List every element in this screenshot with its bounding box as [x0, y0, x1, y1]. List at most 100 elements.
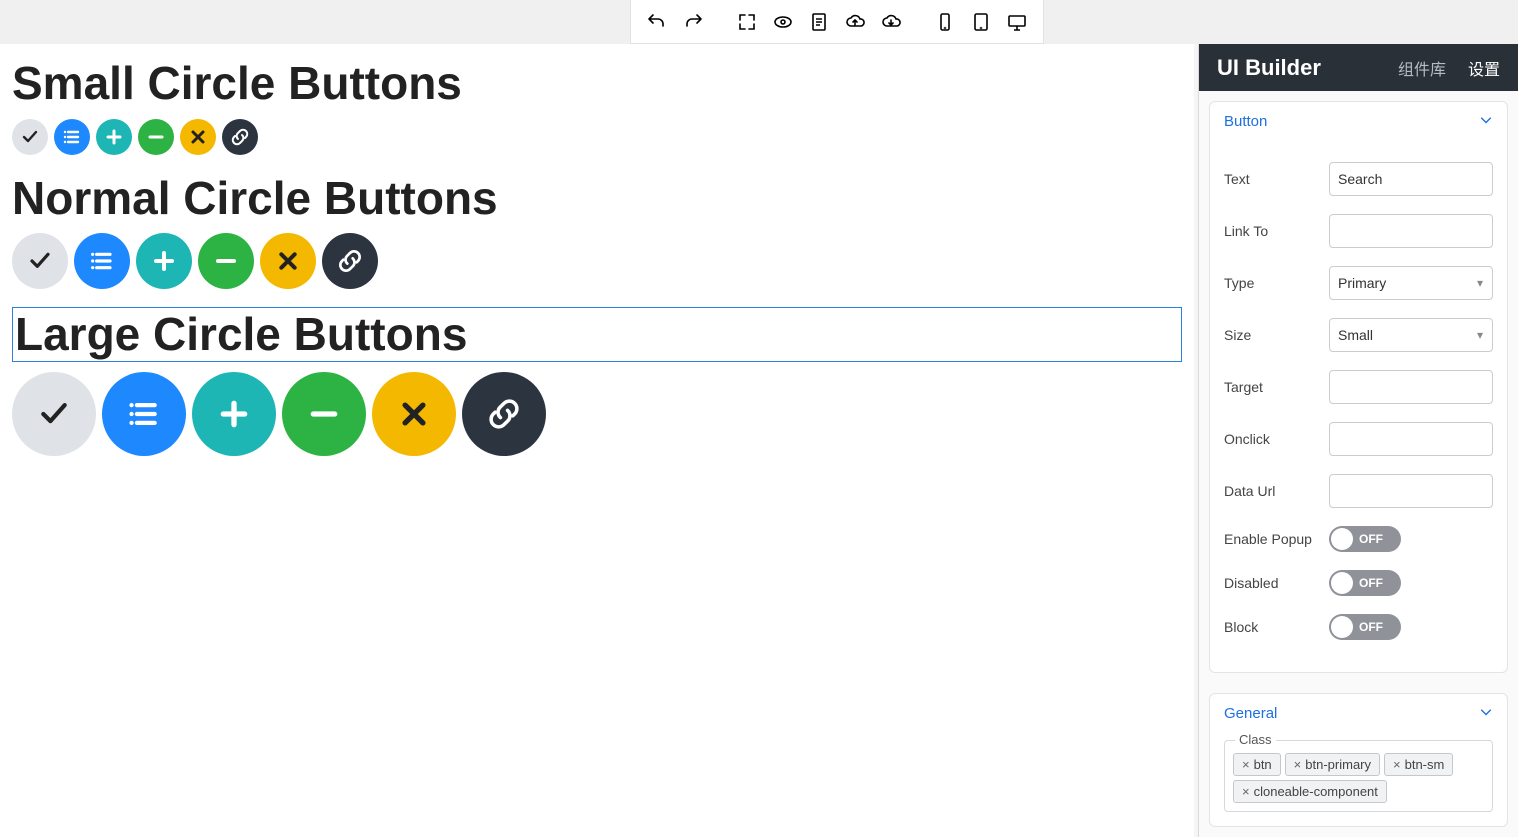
list-icon	[63, 128, 81, 146]
circle-btn-minus[interactable]	[282, 372, 366, 456]
class-tag-cloneable-component[interactable]: ×cloneable-component	[1233, 780, 1387, 803]
link-icon	[231, 128, 249, 146]
inspector-sidebar: UI Builder 组件库 设置 Button Text Link To	[1198, 44, 1518, 837]
label-size: Size	[1224, 327, 1329, 343]
panel-button: Button Text Link To Type Size	[1209, 101, 1508, 673]
circle-btn-minus[interactable]	[198, 233, 254, 289]
chevron-down-icon	[1479, 112, 1493, 130]
top-toolbar	[0, 0, 1518, 44]
plus-icon	[152, 249, 176, 273]
minus-icon	[147, 128, 165, 146]
minus-icon	[308, 398, 340, 430]
input-link-to[interactable]	[1329, 214, 1493, 248]
class-tag-btn[interactable]: ×btn	[1233, 753, 1281, 776]
circle-btn-list[interactable]	[74, 233, 130, 289]
prop-link-to: Link To	[1224, 214, 1493, 248]
circle-btn-check[interactable]	[12, 372, 96, 456]
select-size[interactable]	[1329, 318, 1493, 352]
plus-icon	[105, 128, 123, 146]
panel-general-header[interactable]: General	[1210, 694, 1507, 732]
fullscreen-button[interactable]	[729, 0, 765, 44]
circle-btn-times[interactable]	[180, 119, 216, 155]
input-text[interactable]	[1329, 162, 1493, 196]
panel-general: General Class ×btn×btn-primary×btn-sm×cl…	[1209, 693, 1508, 827]
circle-btn-times[interactable]	[260, 233, 316, 289]
link-icon	[338, 249, 362, 273]
prop-enable-popup: Enable Popup OFF	[1224, 526, 1493, 552]
circle-btn-check[interactable]	[12, 119, 48, 155]
redo-button[interactable]	[675, 0, 711, 44]
circle-btn-list[interactable]	[102, 372, 186, 456]
panel-general-body: Class ×btn×btn-primary×btn-sm×cloneable-…	[1210, 732, 1507, 826]
close-icon: ×	[1242, 784, 1250, 799]
prop-size: Size	[1224, 318, 1493, 352]
prop-dataurl: Data Url	[1224, 474, 1493, 508]
prop-target: Target	[1224, 370, 1493, 404]
circle-btn-times[interactable]	[372, 372, 456, 456]
panel-general-title: General	[1224, 705, 1277, 722]
circle-btn-plus[interactable]	[96, 119, 132, 155]
input-target[interactable]	[1329, 370, 1493, 404]
sidebar-header: UI Builder 组件库 设置	[1199, 44, 1518, 91]
times-icon	[189, 128, 207, 146]
check-icon	[21, 128, 39, 146]
undo-button[interactable]	[639, 0, 675, 44]
main-area: Small Circle Buttons Normal Circle Butto…	[0, 44, 1518, 837]
prop-onclick: Onclick	[1224, 422, 1493, 456]
class-tag-btn-primary[interactable]: ×btn-primary	[1285, 753, 1380, 776]
circle-btn-plus[interactable]	[192, 372, 276, 456]
chevron-down-icon	[1479, 704, 1493, 722]
viewport-phone-button[interactable]	[927, 0, 963, 44]
circle-btn-check[interactable]	[12, 233, 68, 289]
label-block: Block	[1224, 619, 1329, 635]
input-onclick[interactable]	[1329, 422, 1493, 456]
times-icon	[276, 249, 300, 273]
heading-small-circle[interactable]: Small Circle Buttons	[12, 58, 1182, 109]
input-dataurl[interactable]	[1329, 474, 1493, 508]
normal-button-row	[12, 233, 1182, 289]
circle-btn-link[interactable]	[222, 119, 258, 155]
toggle-enable-popup[interactable]: OFF	[1329, 526, 1401, 552]
prop-disabled: Disabled OFF	[1224, 570, 1493, 596]
heading-large-circle[interactable]: Large Circle Buttons	[12, 307, 1182, 362]
canvas-content: Small Circle Buttons Normal Circle Butto…	[0, 44, 1194, 488]
link-icon	[488, 398, 520, 430]
label-link-to: Link To	[1224, 223, 1329, 239]
prop-text: Text	[1224, 162, 1493, 196]
toggle-disabled-label: OFF	[1359, 576, 1383, 590]
close-icon: ×	[1393, 757, 1401, 772]
label-disabled: Disabled	[1224, 575, 1329, 591]
toggle-block-label: OFF	[1359, 620, 1383, 634]
panel-button-body: Text Link To Type Size Target	[1210, 140, 1507, 672]
panel-button-header[interactable]: Button	[1210, 102, 1507, 140]
cloud-download-button[interactable]	[873, 0, 909, 44]
viewport-desktop-button[interactable]	[999, 0, 1035, 44]
prop-block: Block OFF	[1224, 614, 1493, 640]
label-onclick: Onclick	[1224, 431, 1329, 447]
toggle-disabled[interactable]: OFF	[1329, 570, 1401, 596]
panel-button-title: Button	[1224, 113, 1267, 130]
heading-normal-circle[interactable]: Normal Circle Buttons	[12, 173, 1182, 224]
select-type[interactable]	[1329, 266, 1493, 300]
circle-btn-link[interactable]	[462, 372, 546, 456]
cloud-upload-button[interactable]	[837, 0, 873, 44]
minus-icon	[214, 249, 238, 273]
label-target: Target	[1224, 379, 1329, 395]
preview-button[interactable]	[765, 0, 801, 44]
check-icon	[38, 398, 70, 430]
list-icon	[128, 398, 160, 430]
tab-components[interactable]: 组件库	[1398, 56, 1446, 80]
circle-btn-minus[interactable]	[138, 119, 174, 155]
list-icon	[90, 249, 114, 273]
tab-settings[interactable]: 设置	[1468, 56, 1500, 80]
class-tag-btn-sm[interactable]: ×btn-sm	[1384, 753, 1453, 776]
prop-type: Type	[1224, 266, 1493, 300]
viewport-tablet-button[interactable]	[963, 0, 999, 44]
toggle-block[interactable]: OFF	[1329, 614, 1401, 640]
document-button[interactable]	[801, 0, 837, 44]
design-canvas[interactable]: Small Circle Buttons Normal Circle Butto…	[0, 44, 1194, 837]
circle-btn-link[interactable]	[322, 233, 378, 289]
circle-btn-list[interactable]	[54, 119, 90, 155]
label-type: Type	[1224, 275, 1329, 291]
circle-btn-plus[interactable]	[136, 233, 192, 289]
